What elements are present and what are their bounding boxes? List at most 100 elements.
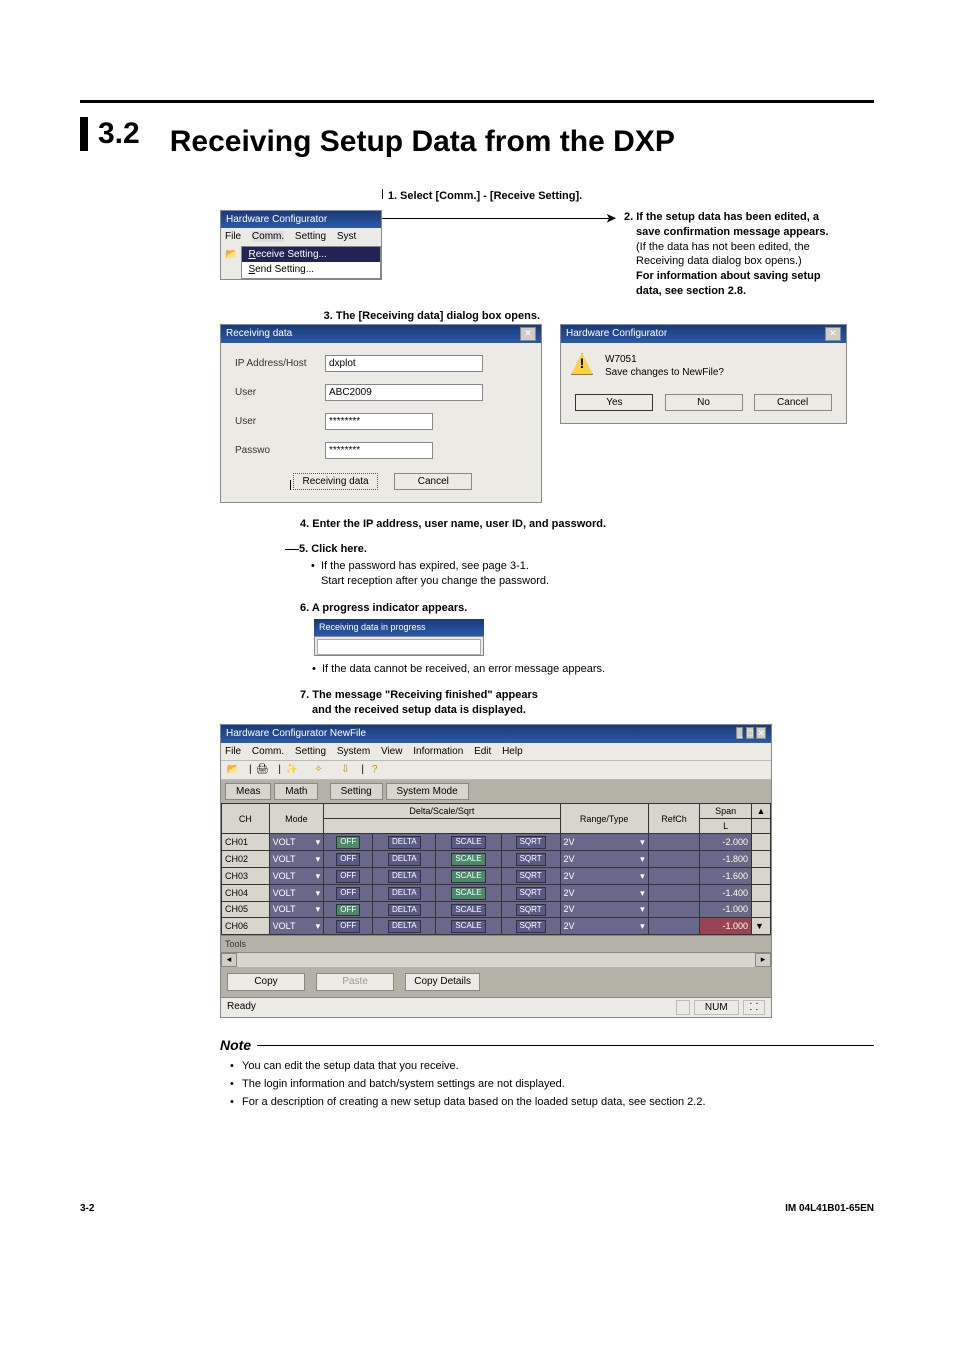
menu-send-setting[interactable]: Send Setting...: [242, 262, 380, 278]
col-ch: CH: [222, 804, 270, 834]
pass-input[interactable]: ********: [325, 442, 433, 459]
progress-title: Receiving data in progress: [319, 621, 426, 633]
cancel-button[interactable]: Cancel: [394, 473, 472, 491]
open-icon[interactable]: 📂: [225, 763, 241, 777]
step7-text: 7. The message "Receiving finished" appe…: [300, 688, 874, 718]
col-L: L: [700, 819, 752, 834]
user-input[interactable]: ABC2009: [325, 384, 483, 401]
channel-table: CH Mode Delta/Scale/Sqrt Range/Type RefC…: [221, 803, 771, 935]
section-number: 3.2: [98, 117, 140, 151]
no-button[interactable]: No: [665, 394, 743, 412]
close-icon[interactable]: ✕: [520, 327, 536, 341]
receiving-data-button[interactable]: Receiving data: [293, 473, 377, 491]
user-label: User: [235, 386, 325, 400]
tab-math[interactable]: Math: [274, 783, 318, 801]
col-dss: Delta/Scale/Sqrt: [324, 804, 560, 819]
recv-title: Receiving data: [226, 327, 292, 341]
step5-head: 5. Click here.: [299, 542, 549, 557]
menu-view[interactable]: View: [381, 746, 403, 757]
col-mode: Mode: [269, 804, 324, 834]
confirm-title: Hardware Configurator: [566, 327, 667, 341]
userid-input[interactable]: ********: [325, 413, 433, 430]
status-num: NUM: [694, 1000, 739, 1016]
section-heading: 3.2 Receiving Setup Data from the DXP: [80, 100, 874, 159]
scroll-up-icon[interactable]: ▲: [752, 804, 771, 819]
minimize-icon[interactable]: _: [736, 727, 743, 739]
close-icon[interactable]: ✕: [825, 327, 841, 341]
note-heading: Note: [220, 1036, 874, 1055]
progress-screenshot: Receiving data in progress: [314, 619, 484, 655]
menu-comm[interactable]: Comm.: [252, 746, 284, 757]
step6-head: 6. A progress indicator appears.: [300, 601, 874, 616]
note-list: You can edit the setup data that you rec…: [230, 1059, 874, 1110]
note-item: For a description of creating a new setu…: [230, 1095, 874, 1110]
step6-bullet: If the data cannot be received, an error…: [312, 662, 874, 677]
tab-sysmode[interactable]: System Mode: [386, 783, 469, 801]
status-ready: Ready: [227, 1000, 256, 1016]
page-number: 3-2: [80, 1203, 94, 1214]
menu-syst[interactable]: Syst: [337, 231, 356, 242]
menu-system[interactable]: System: [337, 746, 370, 757]
menu-receive-setting[interactable]: Receive Setting...: [242, 247, 380, 263]
step3-label: 3. The [Receiving data] dialog box opens…: [324, 310, 540, 322]
menu-file[interactable]: File: [225, 231, 241, 242]
doc-id: IM 04L41B01-65EN: [785, 1203, 874, 1214]
menu-help[interactable]: Help: [502, 746, 523, 757]
ip-input[interactable]: dxplot: [325, 355, 483, 372]
main-app-screenshot: Hardware Configurator NewFile _ □ ✕ File…: [220, 724, 772, 1018]
yes-button[interactable]: Yes: [575, 394, 653, 412]
print-icon[interactable]: 🖨: [254, 763, 270, 777]
menu-info[interactable]: Information: [413, 746, 463, 757]
table-row: CH03VOLT ▾OFFDELTASCALESQRT2V ▾-1.600: [222, 868, 771, 885]
close-icon[interactable]: ✕: [756, 727, 766, 739]
section-title: Receiving Setup Data from the DXP: [170, 125, 675, 159]
pass-label: Passwo: [235, 444, 325, 458]
warning-icon: !: [571, 353, 593, 375]
receiving-dialog: Receiving data ✕ IP Address/Host dxplot …: [220, 324, 542, 504]
copy-details-button[interactable]: Copy Details: [405, 973, 480, 991]
ip-label: IP Address/Host: [235, 357, 325, 371]
cancel2-button[interactable]: Cancel: [754, 394, 832, 412]
confirm-dialog: Hardware Configurator ✕ ! W7051 Save cha…: [560, 324, 847, 425]
col-refch: RefCh: [648, 804, 700, 834]
table-row: CH05VOLT ▾OFFDELTASCALESQRT2V ▾-1.000: [222, 901, 771, 918]
col-span: Span: [700, 804, 752, 819]
note-item: The login information and batch/system s…: [230, 1077, 874, 1092]
help-icon[interactable]: ?: [367, 763, 383, 777]
menu-comm[interactable]: Comm.: [252, 231, 284, 242]
copy-button[interactable]: Copy: [227, 973, 305, 991]
paste-button[interactable]: Paste: [316, 973, 394, 991]
open-icon[interactable]: 📂: [225, 249, 237, 260]
maximize-icon[interactable]: □: [746, 727, 753, 739]
menu-setting[interactable]: Setting: [295, 746, 326, 757]
table-row: CH06VOLT ▾OFFDELTASCALESQRT2V ▾-1.000▼: [222, 918, 771, 935]
table-row: CH01VOLT ▾OFFDELTASCALESQRT2V ▾-2.000: [222, 834, 771, 851]
table-row: CH04VOLT ▾OFFDELTASCALESQRT2V ▾-1.400: [222, 884, 771, 901]
menu-setting[interactable]: Setting: [295, 231, 326, 242]
col-range: Range/Type: [560, 804, 648, 834]
tool1-icon[interactable]: ✨: [284, 763, 300, 777]
menu-screenshot: Hardware Configurator File Comm. Setting…: [220, 210, 382, 280]
menu-file[interactable]: File: [225, 746, 241, 757]
tab-meas[interactable]: Meas: [225, 783, 271, 801]
step5-bullet: If the password has expired, see page 3-…: [311, 559, 549, 589]
step1-label: 1. Select [Comm.] - [Receive Setting].: [388, 190, 582, 202]
step4-label: 4. Enter the IP address, user name, user…: [300, 517, 874, 532]
tool3-icon[interactable]: ⇩: [337, 763, 353, 777]
app-title: Hardware Configurator: [226, 213, 327, 227]
tab-setting[interactable]: Setting: [330, 783, 383, 801]
table-row: CH02VOLT ▾OFFDELTASCALESQRT2V ▾-1.800: [222, 851, 771, 868]
comm-dropdown: Receive Setting... Send Setting...: [241, 246, 381, 279]
step2-text: 2. If the setup data has been edited, a …: [624, 210, 874, 299]
note-item: You can edit the setup data that you rec…: [230, 1059, 874, 1074]
main-title: Hardware Configurator NewFile: [226, 727, 366, 741]
menu-edit[interactable]: Edit: [474, 746, 491, 757]
user2-label: User: [235, 415, 325, 429]
arrow-icon: ➤: [606, 210, 616, 226]
tool2-icon[interactable]: ✧: [311, 763, 327, 777]
scroll-left-icon[interactable]: ◂: [221, 953, 237, 967]
tools-label: Tools: [225, 939, 246, 949]
confirm-code: W7051: [605, 353, 724, 367]
confirm-msg: Save changes to NewFile?: [605, 366, 724, 380]
scroll-right-icon[interactable]: ▸: [755, 953, 771, 967]
